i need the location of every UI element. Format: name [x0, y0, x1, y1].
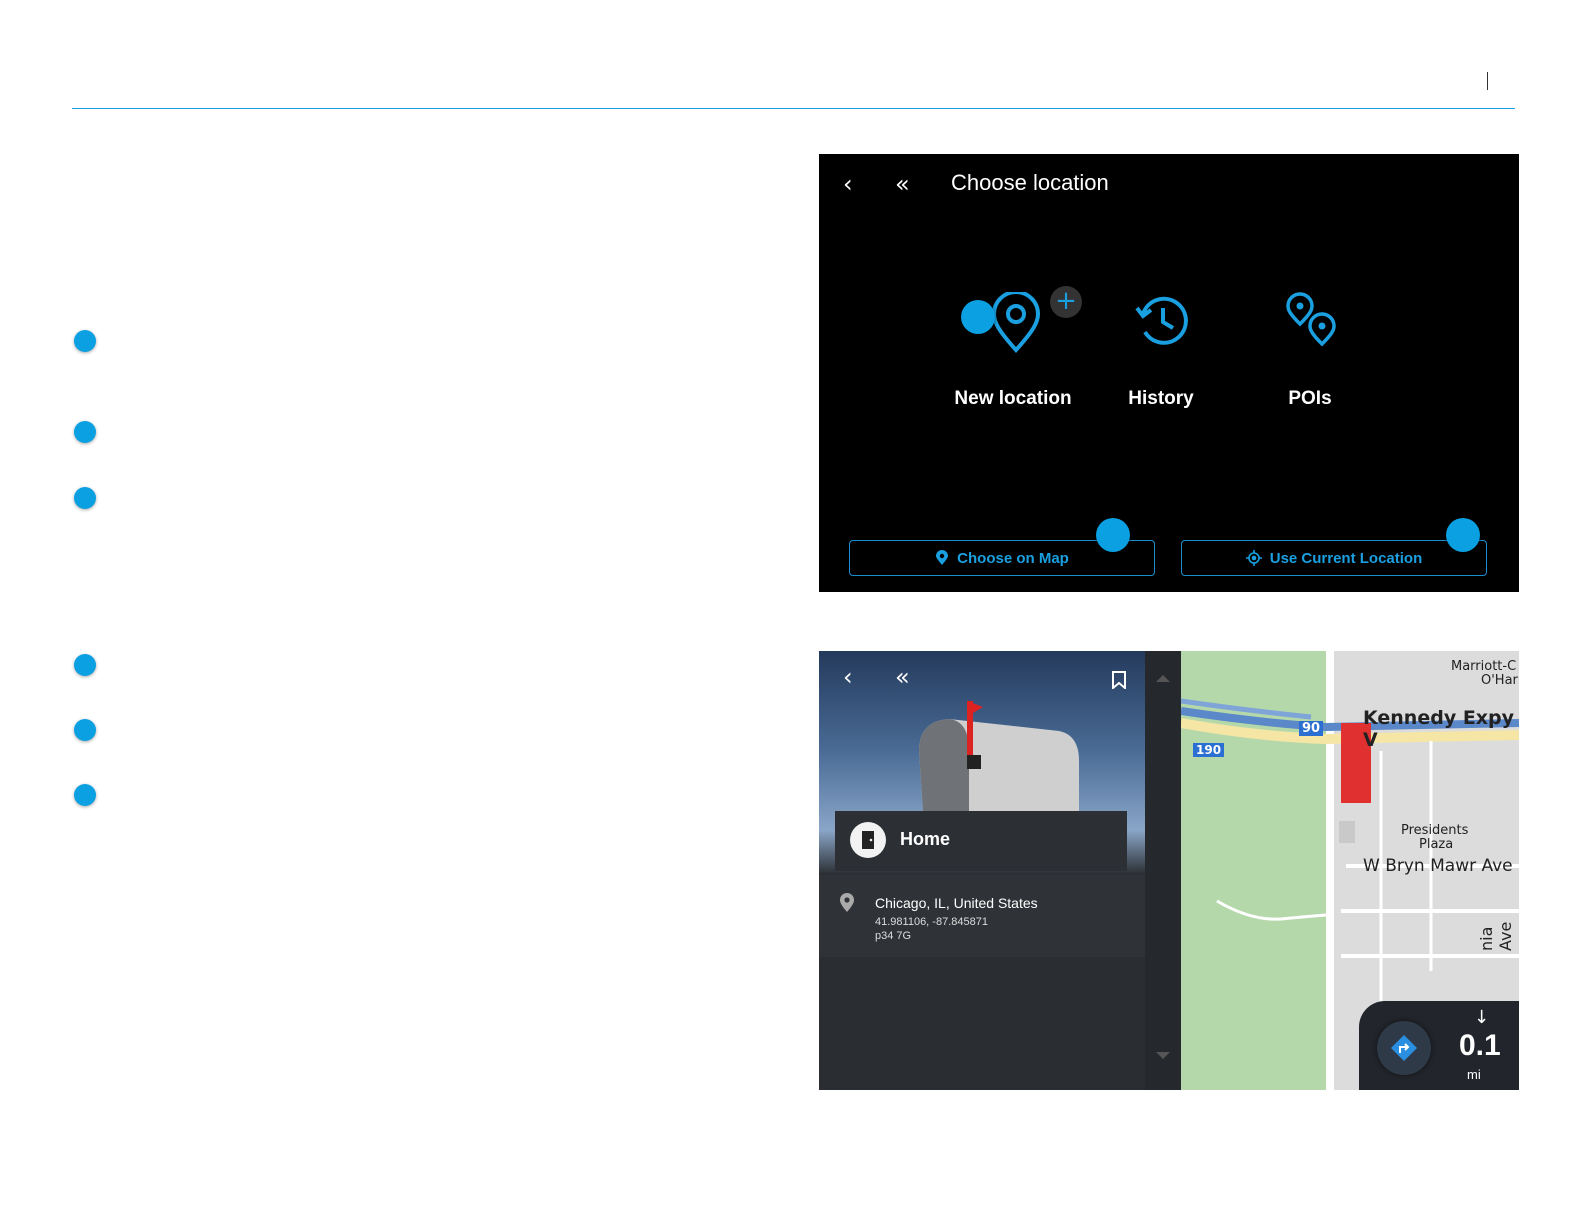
interstate-90-shield: 90 [1299, 721, 1324, 736]
back-icon[interactable]: ‹ [843, 663, 853, 691]
location-pin-icon [936, 550, 949, 565]
place-details-screen: ‹ « Home Chicago, IL, United States 41.9… [819, 651, 1519, 1090]
bookmark-icon[interactable] [1111, 671, 1127, 689]
button-label: Choose on Map [957, 549, 1069, 567]
address-row[interactable]: Chicago, IL, United States 41.981106, -8… [819, 875, 1145, 957]
callout-bullet [74, 719, 96, 741]
callout-badge [961, 300, 995, 334]
map-view[interactable]: Marriott-C O'Har Kennedy Expy V 90 190 P… [1181, 651, 1519, 1090]
callout-bullet [74, 784, 96, 806]
door-icon [862, 831, 874, 849]
callout-bullet [74, 421, 96, 443]
distance-unit: mi [1467, 1067, 1481, 1082]
distance-value: 0.1 [1459, 1029, 1501, 1062]
header-separator [1487, 72, 1488, 90]
scroll-down-icon[interactable] [1155, 1051, 1171, 1061]
turn-icon [1377, 1021, 1431, 1075]
new-location-option[interactable]: + New location [933, 286, 1093, 422]
location-pin-icon [840, 893, 854, 912]
location-pin-add-icon [991, 292, 1041, 353]
callout-bullet [74, 330, 96, 352]
turn-right-icon [1391, 1035, 1417, 1061]
button-label: Use Current Location [1269, 549, 1423, 567]
map-label-plaza-line2: Plaza [1419, 837, 1454, 852]
address-text: Chicago, IL, United States [875, 895, 1038, 911]
header-divider [72, 108, 1515, 109]
scroll-up-icon[interactable] [1155, 673, 1171, 683]
map-label-hotel-line2: O'Har [1481, 673, 1518, 688]
gps-icon [1245, 550, 1262, 566]
callout-badge [1446, 518, 1480, 552]
option-label: History [1128, 388, 1194, 409]
back-icon[interactable]: ‹ [843, 170, 853, 198]
scrollbar[interactable] [1145, 651, 1181, 1090]
use-current-location-button[interactable]: Use Current Location [1181, 540, 1487, 576]
pois-icon [1286, 292, 1336, 347]
choose-location-screen: ‹ « Choose location + New location Histo… [819, 154, 1519, 592]
map-label-vertical-street: nia Ave [1477, 921, 1515, 951]
map-label-hotel: Marriott-C [1451, 659, 1517, 674]
history-option[interactable]: History [1081, 292, 1241, 422]
back-to-top-icon[interactable]: « [895, 170, 910, 198]
coordinates-text: 41.981106, -87.845871 [875, 916, 988, 928]
option-label: POIs [1288, 388, 1332, 409]
callout-badge [1096, 518, 1130, 552]
place-title: Home [900, 829, 951, 849]
option-label: New location [954, 388, 1072, 409]
history-icon [1135, 296, 1188, 345]
map-label-plaza: Presidents [1401, 823, 1469, 838]
mailbox-image [919, 701, 1079, 811]
add-icon: + [1050, 286, 1082, 318]
arrow-down-icon: ↓ [1474, 1007, 1490, 1028]
interstate-190-shield: 190 [1193, 743, 1225, 757]
back-to-top-icon[interactable]: « [895, 663, 910, 691]
map-label-expressway: Kennedy Expy V [1363, 707, 1515, 751]
map-label-street: W Bryn Mawr Ave [1363, 856, 1513, 876]
pois-option[interactable]: POIs [1230, 292, 1390, 422]
place-title-card: Home [835, 811, 1127, 871]
home-icon [850, 822, 886, 858]
page-title: Choose location [951, 170, 1109, 195]
place-code-text: p34 7G [875, 930, 912, 942]
callout-bullet [74, 654, 96, 676]
callout-bullet [74, 487, 96, 509]
distance-panel: ↓ 0.1 mi [1359, 1001, 1519, 1090]
